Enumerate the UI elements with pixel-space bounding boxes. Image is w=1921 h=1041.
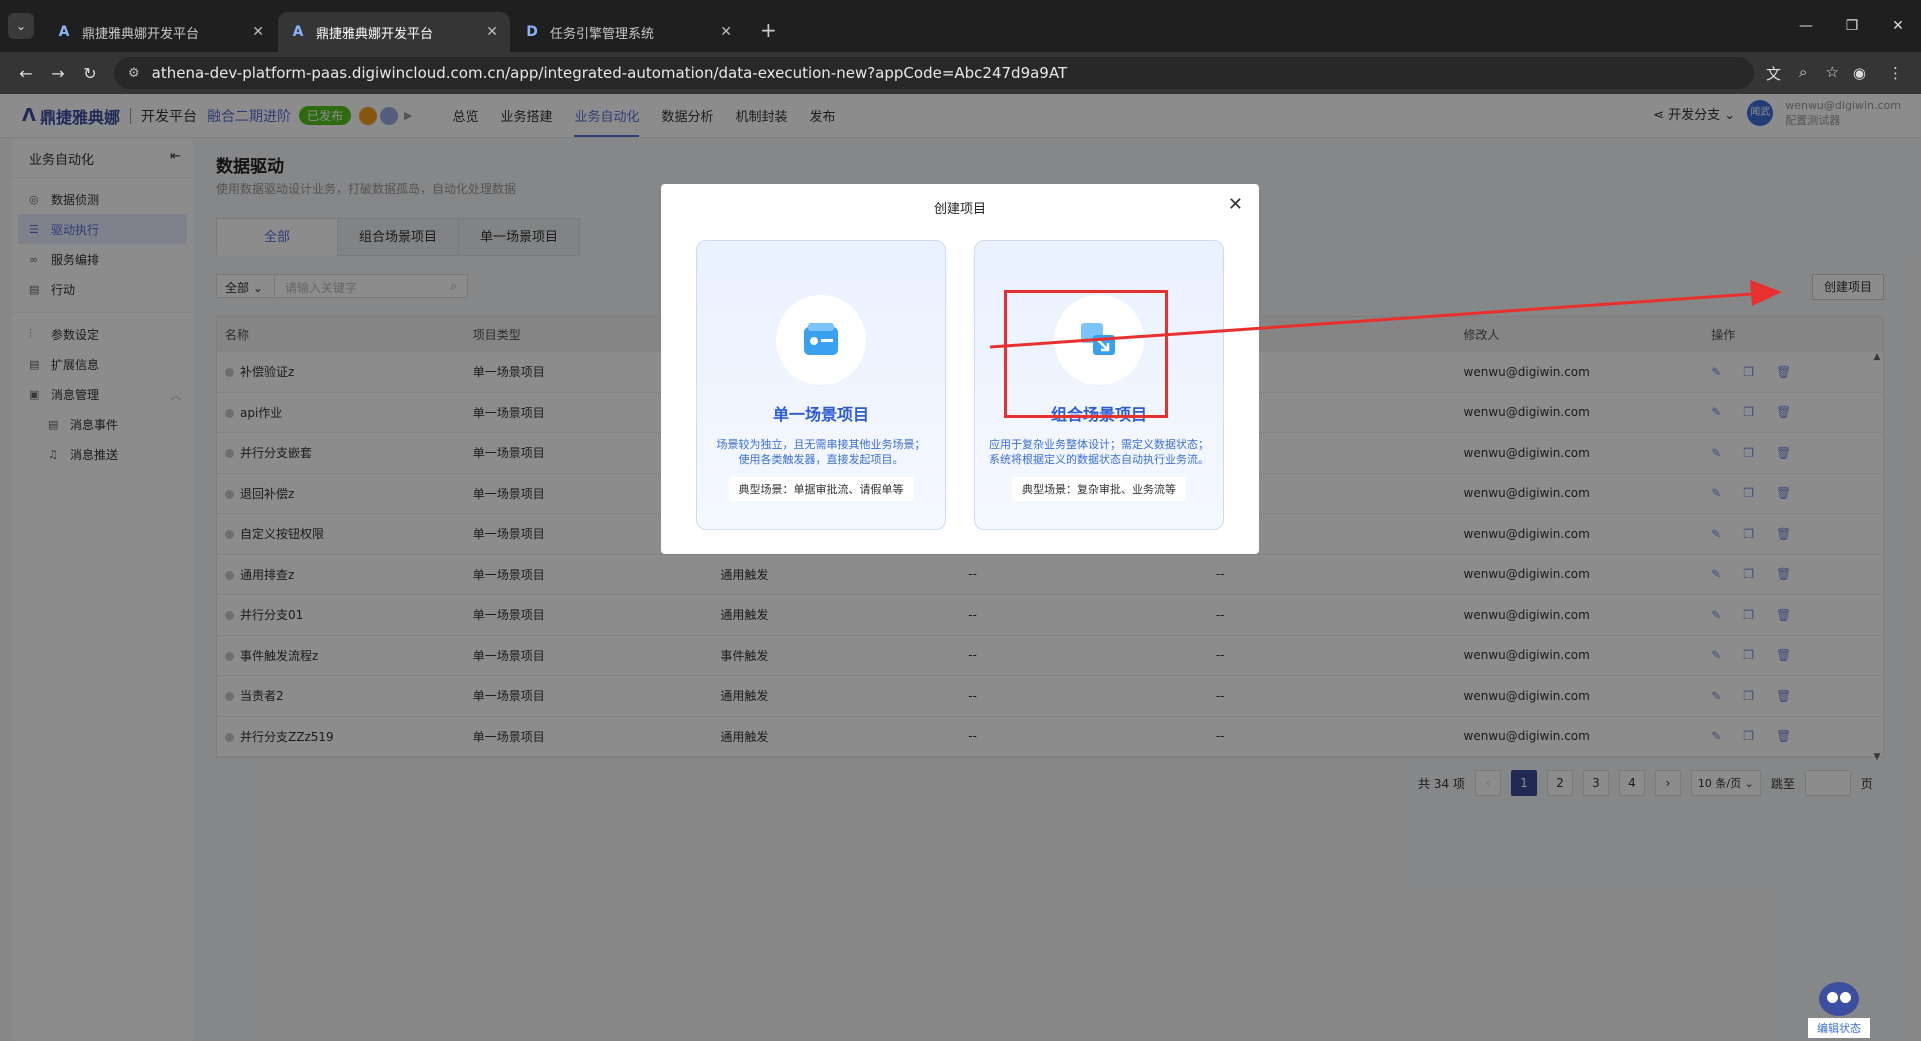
address-input[interactable]: ⚙ athena-dev-platform-paas.digiwincloud.… [114, 57, 1755, 89]
create-project-modal: 创建项目 ✕ 单一场景项目 场景较为独立，且无需串接其他业务场景； 使用各类触发… [661, 184, 1259, 554]
close-icon[interactable]: ✕ [720, 24, 732, 40]
card-desc-line: 应用于复杂业务整体设计；需定义数据状态； [989, 438, 1209, 451]
browser-toolbar: ← → ↻ ⚙ athena-dev-platform-paas.digiwin… [0, 52, 1921, 94]
single-scene-card[interactable]: 单一场景项目 场景较为独立，且无需串接其他业务场景； 使用各类触发器，直接发起项… [696, 240, 946, 530]
browser-tabbar: ⌄ A 鼎捷雅典娜开发平台 ✕ A 鼎捷雅典娜开发平台 ✕ D 任务引擎管理系统… [0, 0, 1921, 52]
athena-favicon-icon: A [58, 24, 70, 40]
tab-title: 任务引擎管理系统 [550, 26, 655, 42]
minimize-icon[interactable]: — [1783, 18, 1829, 34]
new-tab-icon[interactable]: + [760, 18, 777, 42]
browser-tab-1[interactable]: A 鼎捷雅典娜开发平台 ✕ [44, 12, 276, 52]
close-icon[interactable]: ✕ [252, 24, 264, 40]
card-tag: 典型场景：单据审批流、请假单等 [728, 477, 914, 501]
single-scene-icon [776, 295, 866, 385]
card-description: 场景较为独立，且无需串接其他业务场景； 使用各类触发器，直接发起项目。 [709, 437, 933, 467]
tab-title: 鼎捷雅典娜开发平台 [316, 26, 434, 42]
window-controls: — ❐ ✕ [1783, 0, 1921, 52]
assistant-label: 编辑状态 [1808, 1018, 1870, 1038]
athena-favicon-icon: A [292, 24, 304, 40]
browser-tab-3[interactable]: D 任务引擎管理系统 ✕ [512, 12, 744, 52]
tab-title: 鼎捷雅典娜开发平台 [82, 26, 200, 42]
reload-icon[interactable]: ↻ [74, 64, 106, 83]
card-title: 单一场景项目 [772, 405, 869, 424]
owl-icon [1819, 982, 1859, 1016]
close-icon[interactable]: ✕ [1228, 194, 1243, 215]
card-desc-line: 系统将根据定义的数据状态自动执行业务流。 [989, 453, 1209, 466]
url-text: athena-dev-platform-paas.digiwincloud.co… [151, 64, 1068, 82]
modal-title: 创建项目 [933, 202, 986, 217]
card-desc-line: 场景较为独立，且无需串接其他业务场景； [716, 438, 926, 451]
d-favicon-icon: D [526, 24, 538, 40]
assistant-widget[interactable]: 编辑状态 [1808, 982, 1870, 1041]
browser-tab-2[interactable]: A 鼎捷雅典娜开发平台 ✕ [278, 12, 510, 52]
close-icon[interactable]: ✕ [486, 24, 498, 40]
more-menu-icon[interactable]: ⋮ [1888, 64, 1903, 82]
forward-icon[interactable]: → [42, 64, 74, 83]
tab-search-icon[interactable]: ⌄ [8, 13, 34, 39]
restore-icon[interactable]: ❐ [1829, 18, 1875, 34]
close-window-icon[interactable]: ✕ [1875, 18, 1921, 34]
card-desc-line: 使用各类触发器，直接发起项目。 [738, 453, 904, 466]
card-description: 应用于复杂业务整体设计；需定义数据状态； 系统将根据定义的数据状态自动执行业务流… [987, 437, 1211, 467]
card-tag: 典型场景：复杂审批、业务流等 [1012, 477, 1186, 501]
translate-icon[interactable]: 文 [1766, 63, 1781, 84]
annotation-highlight-box [1004, 290, 1168, 418]
zoom-icon[interactable]: ⌕ [1799, 63, 1807, 84]
site-info-icon[interactable]: ⚙ [128, 66, 140, 81]
back-icon[interactable]: ← [10, 64, 42, 83]
bookmark-star-icon[interactable]: ☆ [1825, 63, 1838, 84]
profile-icon[interactable]: ◉ [1853, 64, 1866, 82]
